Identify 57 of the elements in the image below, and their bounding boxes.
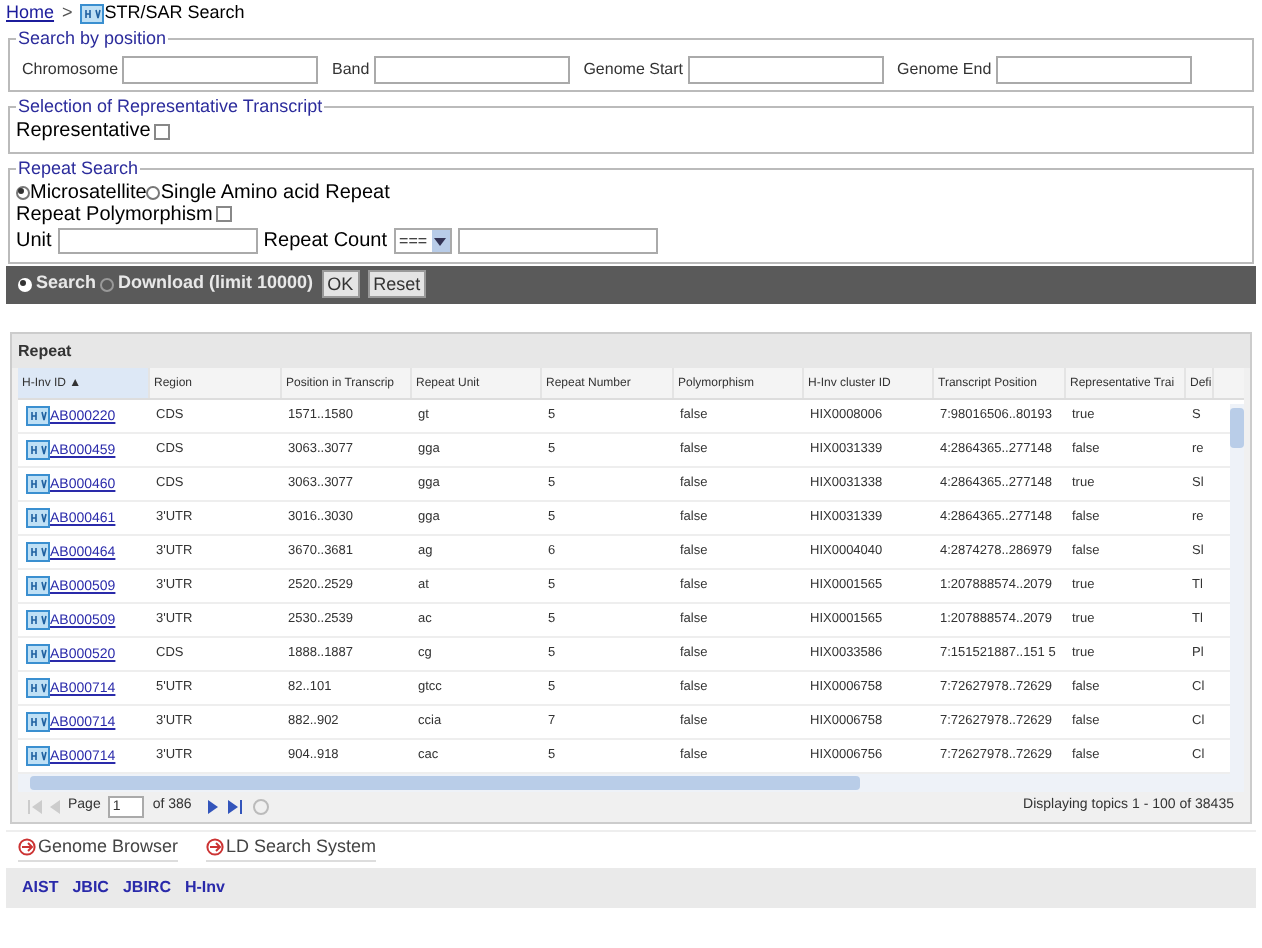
entry-icon[interactable] xyxy=(26,677,50,698)
entry-icon[interactable] xyxy=(26,711,50,732)
entry-icon[interactable] xyxy=(26,507,50,528)
external-link[interactable]: Genome Browser xyxy=(18,833,179,863)
operator-dropdown[interactable]: === xyxy=(393,228,452,254)
entry-icon[interactable] xyxy=(26,541,50,562)
arrow-circle-icon xyxy=(18,838,36,856)
vertical-scrollbar[interactable] xyxy=(1230,403,1244,773)
input-field[interactable] xyxy=(687,55,884,83)
radio-label: Search xyxy=(36,270,97,297)
field-label: Chromosome xyxy=(22,57,119,81)
panel-title: Repeat xyxy=(12,333,1250,367)
entry-icon[interactable] xyxy=(26,745,50,766)
radio-label: Microsatellite xyxy=(30,180,147,205)
page-title: STR/SAR Search xyxy=(104,0,245,27)
section-legend: Repeat Search xyxy=(16,156,141,183)
input-field[interactable] xyxy=(995,55,1192,83)
checkbox[interactable] xyxy=(154,123,171,139)
input-field[interactable] xyxy=(122,55,319,83)
entry-icon[interactable] xyxy=(26,643,50,664)
radio-label: Download (limit 10000) xyxy=(118,270,314,297)
next-page-icon[interactable] xyxy=(207,799,218,813)
input-field[interactable] xyxy=(57,228,258,254)
field-label: Repeat Count xyxy=(263,228,388,256)
entry-icon[interactable] xyxy=(26,473,50,494)
section-legend: Selection of Representative Transcript xyxy=(16,93,325,120)
entry-icon[interactable] xyxy=(26,405,50,426)
field-label: Band xyxy=(332,57,370,81)
footer-link[interactable]: JBIRC xyxy=(122,875,171,899)
footer-link[interactable]: JBIC xyxy=(72,875,109,899)
checkbox-label: Repeat Polymorphism xyxy=(16,203,213,229)
checkbox[interactable] xyxy=(216,206,233,222)
external-link[interactable]: LD Search System xyxy=(206,833,377,863)
radio-button[interactable] xyxy=(100,277,115,291)
breadcrumb-separator: > xyxy=(62,0,73,27)
ok-button[interactable]: OK xyxy=(321,270,360,298)
arrow-circle-icon xyxy=(206,838,225,856)
radio-label: Single Amino acid Repeat xyxy=(160,180,390,205)
input-field[interactable] xyxy=(373,55,570,83)
input-field[interactable] xyxy=(457,228,658,254)
field-label: Genome End xyxy=(897,57,992,81)
field-label: Unit xyxy=(16,228,52,256)
footer-link[interactable]: H-Inv xyxy=(184,875,225,899)
entry-icon[interactable] xyxy=(26,575,50,596)
reset-button[interactable]: Reset xyxy=(367,270,427,298)
page-icon xyxy=(80,4,105,24)
home-link[interactable]: Home xyxy=(6,0,55,28)
radio-button[interactable] xyxy=(16,186,30,200)
radio-button[interactable] xyxy=(146,186,161,200)
entry-icon[interactable] xyxy=(26,439,50,460)
last-page-icon[interactable] xyxy=(227,799,242,813)
field-label: Genome Start xyxy=(583,57,684,81)
caret-icon xyxy=(434,237,447,245)
section-legend: Search by position xyxy=(16,26,169,53)
entry-icon[interactable] xyxy=(26,609,50,630)
checkbox-label: Representative xyxy=(16,118,151,146)
footer-link[interactable]: AIST xyxy=(22,875,59,899)
